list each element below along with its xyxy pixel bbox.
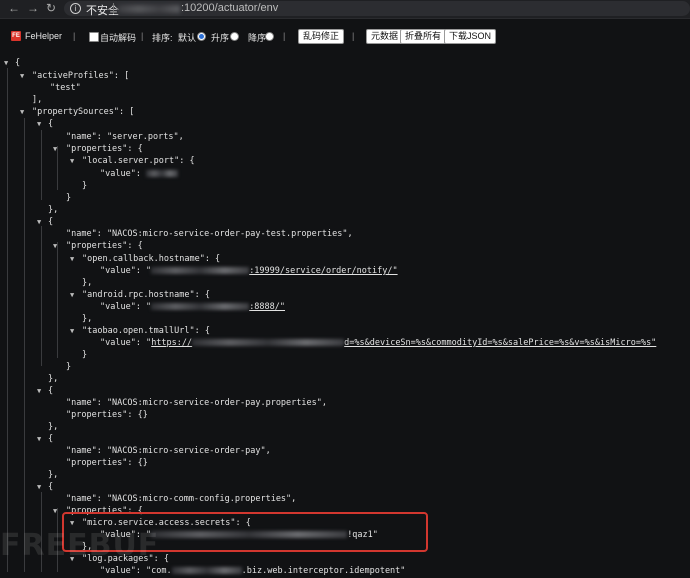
collapse-toggle-icon[interactable]: ▼ bbox=[37, 215, 41, 229]
fehelper-toolbar: FE FeHelper | 自动解码 | 排序: 默认 升序 降序 | 乱码修正… bbox=[0, 26, 690, 46]
json-key: "value": " bbox=[100, 266, 152, 276]
json-key: "value": " bbox=[100, 302, 152, 312]
redacted-value bbox=[151, 267, 250, 274]
collapse-toggle-icon[interactable]: ▼ bbox=[70, 288, 74, 302]
collapse-toggle-icon[interactable]: ▼ bbox=[20, 69, 24, 83]
json-line: "local.server.port": { bbox=[82, 156, 195, 166]
json-line: } bbox=[66, 193, 72, 203]
download-json-button[interactable]: 下载JSON bbox=[444, 29, 497, 44]
auto-decode-label: 自动解码 bbox=[100, 33, 137, 43]
sort-option-default: 默认 bbox=[178, 33, 197, 43]
redacted-value bbox=[171, 567, 242, 574]
redacted-host bbox=[118, 5, 180, 13]
toolbar-divider: | bbox=[283, 31, 286, 41]
json-key: "value": " bbox=[100, 338, 152, 348]
address-bar: ← → ↻ i 不安全 :10200/actuator/env bbox=[0, 0, 690, 19]
indent-guide bbox=[24, 118, 25, 572]
collapse-toggle-icon[interactable]: ▼ bbox=[70, 252, 74, 266]
collapse-toggle-icon[interactable]: ▼ bbox=[37, 432, 41, 446]
json-line: { bbox=[15, 58, 21, 68]
collapse-toggle-icon[interactable]: ▼ bbox=[37, 480, 41, 494]
sort-asc-radio[interactable] bbox=[230, 32, 239, 41]
json-line: "value": bbox=[100, 167, 179, 181]
reload-icon[interactable]: ↻ bbox=[46, 1, 56, 15]
toolbar-divider: | bbox=[352, 31, 355, 41]
sort-option-desc: 降序 bbox=[248, 33, 267, 43]
json-line: { bbox=[48, 434, 54, 444]
raw-data-button[interactable]: 元数据 bbox=[366, 29, 404, 44]
json-line: { bbox=[48, 217, 54, 227]
indent-guide bbox=[41, 226, 42, 366]
json-value: .biz.web.interceptor.idempotent" bbox=[241, 566, 406, 576]
forward-icon[interactable]: → bbox=[27, 1, 39, 15]
json-line: "value": "com. .biz.web.interceptor.idemp… bbox=[100, 564, 405, 578]
json-line: "value": " :19999/service/order/notify/" bbox=[100, 264, 398, 278]
redacted-value bbox=[192, 339, 345, 346]
info-icon[interactable]: i bbox=[70, 3, 81, 14]
redacted-value bbox=[151, 303, 250, 310]
collapse-toggle-icon[interactable]: ▼ bbox=[53, 504, 57, 518]
indent-guide bbox=[41, 130, 42, 200]
json-line: { bbox=[48, 386, 54, 396]
sort-label: 排序: bbox=[152, 33, 173, 43]
json-viewer: ▼ { ▼ "activeProfiles": [ "test" ], ▼ "p… bbox=[0, 54, 690, 576]
watermark: FREEBUF bbox=[0, 528, 160, 563]
sort-option-asc: 升序 bbox=[211, 33, 230, 43]
json-line: "value": " :8888/" bbox=[100, 300, 285, 314]
json-link[interactable]: d=%s&deviceSn=%s&commodityId=%s&salePric… bbox=[344, 338, 656, 348]
json-line: "properties": {} bbox=[66, 458, 148, 468]
fehelper-brand: FeHelper bbox=[25, 31, 63, 41]
json-line: "value": "https:// d=%s&deviceSn=%s&commo… bbox=[100, 336, 656, 350]
collapse-toggle-icon[interactable]: ▼ bbox=[20, 105, 24, 119]
json-line: } bbox=[82, 350, 88, 360]
url-divider bbox=[113, 3, 114, 14]
security-label[interactable]: 不安全 bbox=[86, 2, 119, 18]
auto-decode-checkbox[interactable] bbox=[89, 32, 99, 42]
collapse-toggle-icon[interactable]: ▼ bbox=[70, 324, 74, 338]
collapse-toggle-icon[interactable]: ▼ bbox=[53, 239, 57, 253]
json-link[interactable]: :8888/" bbox=[249, 302, 285, 312]
indent-guide bbox=[7, 68, 8, 572]
indent-guide bbox=[57, 242, 58, 358]
redacted-value bbox=[146, 170, 179, 177]
back-icon[interactable]: ← bbox=[8, 1, 20, 15]
json-line: { bbox=[48, 119, 54, 129]
collapse-toggle-icon[interactable]: ▼ bbox=[4, 56, 8, 70]
json-line: "properties": {} bbox=[66, 410, 148, 420]
json-link[interactable]: :19999/service/order/notify/" bbox=[249, 266, 397, 276]
fix-garbled-button[interactable]: 乱码修正 bbox=[298, 29, 345, 44]
json-key: "value": bbox=[100, 169, 141, 179]
sort-default-radio[interactable] bbox=[197, 32, 206, 41]
toolbar-divider: | bbox=[73, 31, 76, 41]
sort-desc-radio[interactable] bbox=[265, 32, 274, 41]
json-line: "test" bbox=[50, 83, 81, 93]
collapse-toggle-icon[interactable]: ▼ bbox=[37, 384, 41, 398]
toolbar-divider: | bbox=[141, 31, 144, 41]
json-line: } bbox=[82, 181, 88, 191]
collapse-all-button[interactable]: 折叠所有 bbox=[400, 29, 447, 44]
json-line: { bbox=[48, 482, 54, 492]
json-link[interactable]: https:// bbox=[151, 338, 192, 348]
collapse-toggle-icon[interactable]: ▼ bbox=[70, 154, 74, 168]
fehelper-logo-icon: FE bbox=[11, 31, 21, 41]
collapse-toggle-icon[interactable]: ▼ bbox=[37, 117, 41, 131]
json-line: } bbox=[66, 362, 72, 372]
url-text[interactable]: :10200/actuator/env bbox=[181, 2, 278, 14]
json-line: "properties": { bbox=[66, 241, 143, 251]
collapse-toggle-icon[interactable]: ▼ bbox=[53, 142, 57, 156]
json-key: "value": "com. bbox=[100, 566, 172, 576]
